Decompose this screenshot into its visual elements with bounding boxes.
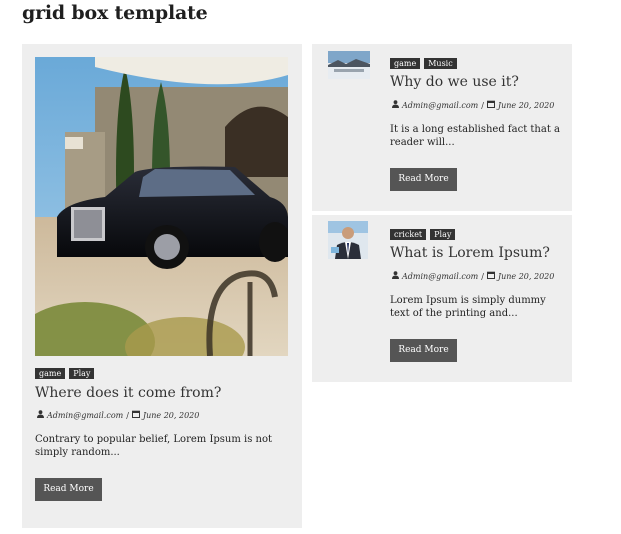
- read-more-button[interactable]: Read More: [390, 339, 457, 362]
- featured-post-title[interactable]: Where does it come from?: [35, 384, 221, 402]
- businessman-thumbnail[interactable]: [328, 221, 368, 259]
- tag[interactable]: Play: [69, 368, 95, 379]
- featured-post-tags: game Play: [35, 368, 95, 379]
- side-posts-column: game Music Why do we use it? Admin@gmail…: [312, 44, 572, 386]
- user-icon: [37, 410, 44, 420]
- tag[interactable]: Play: [430, 229, 456, 240]
- user-icon: [392, 271, 399, 281]
- side-post-card: game Music Why do we use it? Admin@gmail…: [312, 44, 572, 211]
- side-post-title[interactable]: What is Lorem Ipsum?: [390, 244, 550, 262]
- tag[interactable]: game: [35, 368, 66, 379]
- post-date: June 20, 2020: [497, 100, 555, 110]
- divider: [312, 382, 572, 386]
- snowy-landscape-thumbnail[interactable]: [328, 51, 370, 79]
- author-email: Admin@gmail.com: [402, 271, 479, 281]
- featured-post-card: game Play Where does it come from? Admin…: [22, 44, 302, 528]
- meta-separator: /: [126, 410, 129, 420]
- read-more-button[interactable]: Read More: [390, 168, 457, 191]
- side-post-tags: cricket Play: [390, 229, 456, 240]
- side-post-meta: Admin@gmail.com / June 20, 2020: [392, 271, 554, 281]
- post-date: June 20, 2020: [142, 410, 200, 420]
- meta-separator: /: [481, 271, 484, 281]
- side-post-card: cricket Play What is Lorem Ipsum? Admin@…: [312, 215, 572, 382]
- side-post-meta: Admin@gmail.com / June 20, 2020: [392, 100, 554, 110]
- read-more-button[interactable]: Read More: [35, 478, 102, 501]
- tag[interactable]: Music: [424, 58, 457, 69]
- tag[interactable]: game: [390, 58, 421, 69]
- calendar-icon: [486, 100, 495, 110]
- featured-post-excerpt: Contrary to popular belief, Lorem Ipsum …: [35, 434, 273, 458]
- page-title: grid box template: [22, 2, 208, 24]
- featured-post-meta: Admin@gmail.com / June 20, 2020: [37, 410, 199, 420]
- author-email: Admin@gmail.com: [402, 100, 479, 110]
- side-post-excerpt: Lorem Ipsum is simply dummy text of the …: [390, 295, 546, 319]
- calendar-icon: [486, 271, 495, 281]
- side-post-title[interactable]: Why do we use it?: [390, 73, 519, 91]
- post-date: June 20, 2020: [497, 271, 555, 281]
- user-icon: [392, 100, 399, 110]
- side-post-excerpt: It is a long established fact that a rea…: [390, 124, 560, 148]
- author-email: Admin@gmail.com: [47, 410, 124, 420]
- tag[interactable]: cricket: [390, 229, 427, 240]
- meta-separator: /: [481, 100, 484, 110]
- featured-post-image[interactable]: [35, 57, 288, 356]
- side-post-tags: game Music: [390, 58, 457, 69]
- calendar-icon: [131, 410, 140, 420]
